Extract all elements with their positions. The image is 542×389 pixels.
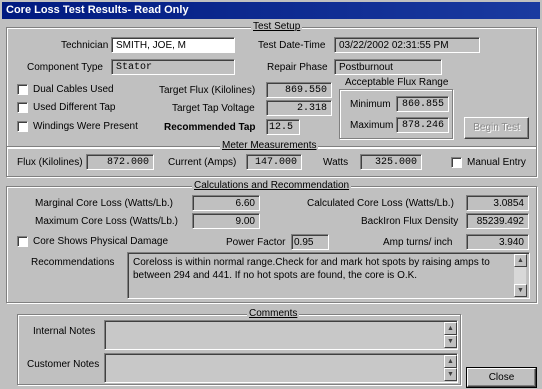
window-title: Core Loss Test Results- Read Only [2, 2, 540, 19]
used-different-tap-checkbox[interactable] [17, 102, 28, 113]
internal-notes-scrollbar[interactable]: ▲ ▼ [443, 322, 457, 348]
customer-notes-field[interactable] [104, 353, 458, 383]
minimum-label: Minimum [350, 99, 391, 110]
recommended-tap-label: Recommended Tap [164, 122, 256, 133]
flux-field[interactable]: 872.000 [86, 154, 154, 170]
backiron-field[interactable]: 85239.492 [466, 213, 529, 229]
recommendations-text: Coreloss is within normal range.Check fo… [133, 257, 490, 281]
component-type-label: Component Type [27, 62, 103, 73]
scroll-down-icon[interactable]: ▼ [444, 368, 457, 381]
flux-range-label: Acceptable Flux Range [345, 77, 449, 88]
customer-notes-scrollbar[interactable]: ▲ ▼ [443, 355, 457, 381]
power-factor-label: Power Factor [226, 237, 286, 248]
internal-notes-field[interactable] [104, 320, 458, 350]
dual-cables-label: Dual Cables Used [33, 84, 114, 95]
close-button[interactable]: Close [466, 367, 537, 388]
calculated-loss-label: Calculated Core Loss (Watts/Lb.) [307, 198, 454, 209]
windings-present-checkbox[interactable] [17, 121, 28, 132]
watts-field[interactable]: 325.000 [360, 154, 422, 170]
manual-entry-checkbox[interactable] [451, 157, 462, 168]
test-datetime-field[interactable]: 03/22/2002 02:31:55 PM [334, 37, 480, 53]
manual-entry-label: Manual Entry [467, 157, 526, 168]
recommendations-scrollbar[interactable]: ▲ ▼ [513, 254, 527, 297]
repair-phase-label: Repair Phase [267, 62, 328, 73]
target-flux-field[interactable]: 869.550 [266, 82, 332, 98]
target-tap-voltage-label: Target Tap Voltage [172, 103, 255, 114]
marginal-loss-label: Marginal Core Loss (Watts/Lb.) [35, 198, 174, 209]
flux-label: Flux (Kilolines) [17, 157, 83, 168]
maximum-label: Maximum [350, 120, 394, 131]
target-tap-voltage-field[interactable]: 2.318 [266, 100, 332, 116]
dual-cables-checkbox[interactable] [17, 84, 28, 95]
scroll-up-icon[interactable]: ▲ [444, 355, 457, 368]
windings-present-label: Windings Were Present [33, 121, 138, 132]
minimum-field[interactable]: 860.855 [396, 96, 449, 112]
maximum-field[interactable]: 878.246 [396, 117, 449, 133]
maximum-loss-label: Maximum Core Loss (Watts/Lb.) [35, 216, 178, 227]
scroll-up-icon[interactable]: ▲ [514, 254, 527, 267]
recommendations-label: Recommendations [31, 257, 115, 268]
physical-damage-label: Core Shows Physical Damage [33, 236, 169, 247]
current-field[interactable]: 147.000 [246, 154, 302, 170]
core-loss-window: Core Loss Test Results- Read Only Test S… [0, 0, 542, 389]
meter-legend: Meter Measurements [220, 140, 319, 151]
target-flux-label: Target Flux (Kilolines) [159, 85, 256, 96]
maximum-loss-field[interactable]: 9.00 [192, 213, 260, 229]
recommended-tap-field[interactable]: 12.5 [266, 119, 300, 135]
comments-legend: Comments [247, 308, 300, 319]
calculated-loss-field[interactable]: 3.0854 [466, 195, 529, 211]
current-label: Current (Amps) [168, 157, 237, 168]
test-datetime-label: Test Date-Time [258, 40, 326, 51]
technician-field[interactable]: SMITH, JOE, M [111, 37, 235, 53]
scroll-down-icon[interactable]: ▼ [514, 284, 527, 297]
used-different-tap-label: Used Different Tap [33, 102, 116, 113]
power-factor-field[interactable]: 0.95 [291, 234, 329, 250]
repair-phase-field[interactable]: Postburnout [334, 59, 442, 75]
amp-turns-field[interactable]: 3.940 [466, 234, 529, 250]
begin-test-button[interactable]: Begin Test [464, 117, 529, 139]
recommendations-memo[interactable]: Coreloss is within normal range.Check fo… [127, 252, 530, 299]
internal-notes-label: Internal Notes [33, 326, 96, 337]
component-type-field[interactable]: Stator [111, 59, 235, 75]
customer-notes-label: Customer Notes [27, 359, 100, 370]
technician-label: Technician [61, 40, 109, 51]
calculations-legend: Calculations and Recommendation [192, 180, 352, 191]
scroll-down-icon[interactable]: ▼ [444, 335, 457, 348]
amp-turns-label: Amp turns/ inch [383, 237, 453, 248]
scroll-up-icon[interactable]: ▲ [444, 322, 457, 335]
marginal-loss-field[interactable]: 6.60 [192, 195, 260, 211]
backiron-label: BackIron Flux Density [361, 216, 459, 227]
test-setup-legend: Test Setup [251, 21, 303, 32]
physical-damage-checkbox[interactable] [17, 236, 28, 247]
watts-label: Watts [323, 157, 349, 168]
